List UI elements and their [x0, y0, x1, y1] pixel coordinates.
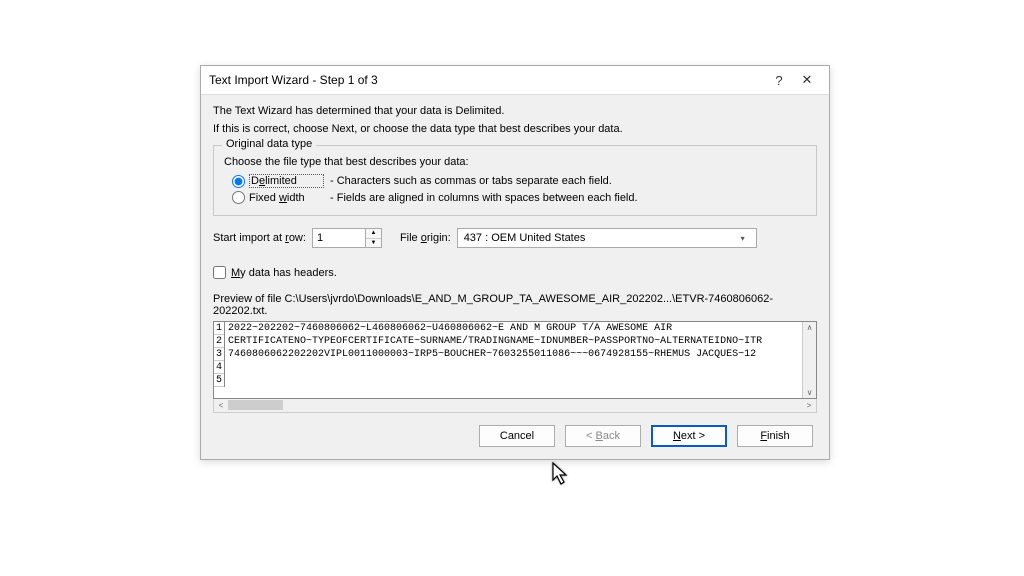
chevron-down-icon: ▾ [736, 234, 750, 243]
file-origin-value: 437 : OEM United States [464, 232, 586, 244]
scroll-down-icon[interactable]: ∨ [803, 387, 816, 398]
cancel-button[interactable]: Cancel [479, 425, 555, 447]
vertical-scrollbar[interactable]: ∧ ∨ [802, 322, 816, 398]
intro-text-2: If this is correct, choose Next, or choo… [213, 123, 817, 135]
spinner-arrows: ▲ ▼ [365, 229, 381, 247]
spinner-up-icon[interactable]: ▲ [366, 229, 381, 239]
group-legend: Original data type [222, 138, 316, 150]
finish-button[interactable]: Finish [737, 425, 813, 447]
import-row: Start import at row: ▲ ▼ File origin: 43… [213, 228, 817, 248]
dialog-content: The Text Wizard has determined that your… [201, 95, 829, 459]
text-import-wizard-dialog: Text Import Wizard - Step 1 of 3 ? ✕ The… [200, 65, 830, 460]
start-row-spinner[interactable]: ▲ ▼ [312, 228, 382, 248]
spinner-down-icon[interactable]: ▼ [366, 239, 381, 248]
back-button[interactable]: < Back [565, 425, 641, 447]
next-button[interactable]: Next > [651, 425, 727, 447]
choose-file-type-label: Choose the file type that best describes… [224, 156, 806, 168]
scroll-left-icon[interactable]: < [214, 401, 228, 410]
file-origin-dropdown[interactable]: 437 : OEM United States ▾ [457, 228, 757, 248]
fixed-width-radio[interactable] [232, 191, 245, 204]
help-button[interactable]: ? [765, 73, 793, 88]
preview-box: 12345 2022~202202~7460806062~L460806062~… [213, 321, 817, 399]
preview-text: 2022~202202~7460806062~L460806062~U46080… [225, 322, 765, 387]
start-row-input[interactable] [313, 229, 365, 247]
mouse-cursor-icon [552, 462, 572, 491]
delimited-radio-row[interactable]: Delimited - Characters such as commas or… [232, 174, 806, 188]
scroll-up-icon[interactable]: ∧ [803, 322, 816, 333]
fixed-width-desc: - Fields are aligned in columns with spa… [330, 192, 638, 204]
horizontal-scrollbar[interactable]: < > [213, 399, 817, 413]
start-row-label: Start import at row: [213, 232, 306, 244]
button-row: Cancel < Back Next > Finish [213, 425, 817, 447]
original-data-type-group: Original data type Choose the file type … [213, 145, 817, 216]
delimited-label: Delimited [249, 174, 324, 188]
headers-label: My data has headers. [231, 267, 337, 279]
fixed-width-label: Fixed width [249, 192, 324, 204]
file-origin-label: File origin: [400, 232, 451, 244]
fixed-width-radio-row[interactable]: Fixed width - Fields are aligned in colu… [232, 191, 806, 204]
headers-checkbox-row[interactable]: My data has headers. [213, 266, 817, 279]
close-button[interactable]: ✕ [793, 72, 821, 88]
headers-checkbox[interactable] [213, 266, 226, 279]
dialog-title: Text Import Wizard - Step 1 of 3 [209, 73, 765, 87]
scroll-right-icon[interactable]: > [802, 401, 816, 410]
delimited-radio[interactable] [232, 175, 245, 188]
preview-line-numbers: 12345 [214, 322, 225, 387]
intro-text-1: The Text Wizard has determined that your… [213, 105, 817, 117]
scroll-thumb[interactable] [228, 400, 283, 410]
preview-label: Preview of file C:\Users\jvrdo\Downloads… [213, 293, 817, 317]
titlebar: Text Import Wizard - Step 1 of 3 ? ✕ [201, 66, 829, 95]
delimited-desc: - Characters such as commas or tabs sepa… [330, 175, 612, 187]
scroll-track[interactable] [228, 399, 802, 412]
